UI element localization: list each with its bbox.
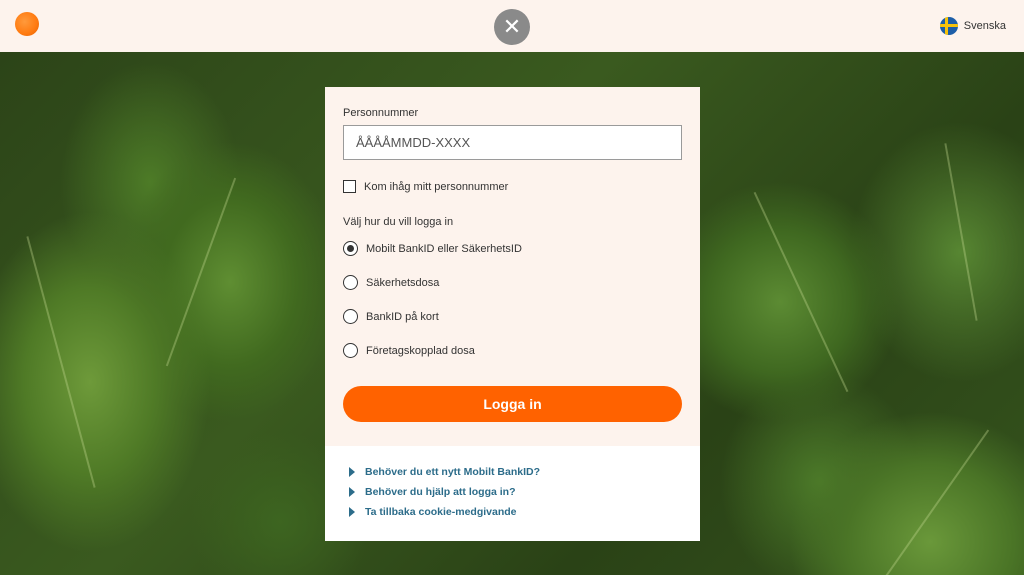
radio-option-bankid-kort[interactable]: BankID på kort — [343, 309, 439, 324]
triangle-right-icon — [349, 507, 355, 517]
triangle-right-icon — [349, 467, 355, 477]
remember-checkbox[interactable] — [343, 180, 356, 193]
radio-option-foretagsdosa[interactable]: Företagskopplad dosa — [343, 343, 475, 358]
help-link-label: Behöver du hjälp att logga in? — [365, 486, 516, 498]
radio-label: Företagskopplad dosa — [366, 344, 475, 357]
language-selector[interactable]: Svenska — [939, 16, 1006, 36]
help-link-new-bankid[interactable]: Behöver du ett nytt Mobilt BankID? — [349, 466, 540, 478]
remember-row[interactable]: Kom ihåg mitt personnummer — [343, 180, 508, 193]
personnummer-label: Personnummer — [343, 107, 419, 119]
triangle-right-icon — [349, 487, 355, 497]
radio-button[interactable] — [343, 309, 358, 324]
leaf-vein — [165, 177, 237, 367]
radio-label: Säkerhetsdosa — [366, 276, 440, 289]
leaf-vein — [872, 429, 990, 575]
leaf-vein — [753, 191, 849, 393]
radio-option-mobilt-bankid[interactable]: Mobilt BankID eller SäkerhetsID — [343, 241, 522, 256]
radio-button[interactable] — [343, 241, 358, 256]
login-button[interactable]: Logga in — [343, 386, 682, 422]
help-links-section: Behöver du ett nytt Mobilt BankID? Behöv… — [325, 446, 700, 541]
close-button[interactable]: ✕ — [494, 9, 530, 45]
help-link-label: Ta tillbaka cookie-medgivande — [365, 506, 517, 518]
radio-label: Mobilt BankID eller SäkerhetsID — [366, 242, 522, 255]
radio-option-sakerhetsdosa[interactable]: Säkerhetsdosa — [343, 275, 439, 290]
login-panel: Personnummer Kom ihåg mitt personnummer … — [325, 87, 700, 541]
help-link-cookie[interactable]: Ta tillbaka cookie-medgivande — [349, 506, 517, 518]
leaf-vein — [26, 236, 96, 488]
radio-label: BankID på kort — [366, 310, 439, 323]
close-icon: ✕ — [502, 14, 522, 39]
help-link-label: Behöver du ett nytt Mobilt BankID? — [365, 466, 541, 478]
language-label: Svenska — [963, 20, 1006, 32]
swedish-flag-icon — [939, 17, 958, 35]
help-link-login-help[interactable]: Behöver du hjälp att logga in? — [349, 486, 516, 498]
radio-button[interactable] — [343, 275, 358, 290]
radio-button[interactable] — [343, 343, 358, 358]
bank-logo-icon[interactable] — [15, 12, 39, 36]
login-method-label: Välj hur du vill logga in — [343, 216, 454, 228]
personnummer-input[interactable] — [343, 125, 682, 160]
top-bar: ✕ Svenska — [0, 0, 1024, 52]
leaf-vein — [944, 143, 978, 321]
remember-label: Kom ihåg mitt personnummer — [364, 180, 509, 193]
